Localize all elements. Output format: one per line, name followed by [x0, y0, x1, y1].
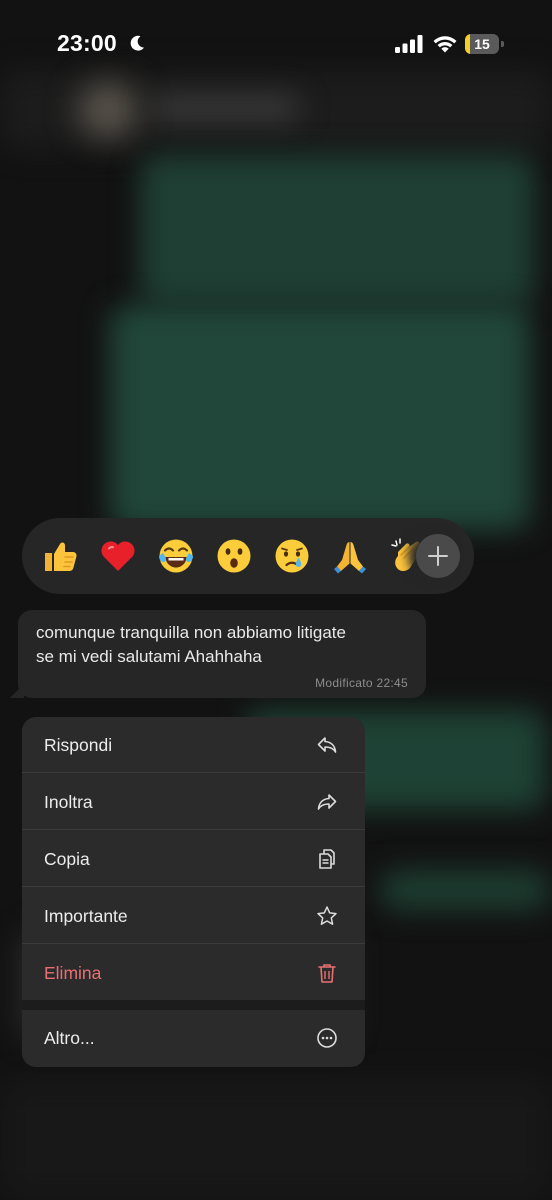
trash-icon — [318, 964, 336, 983]
menu-group-divider — [22, 1000, 365, 1010]
menu-item-copy[interactable]: Copia — [22, 831, 365, 887]
menu-item-label: Inoltra — [44, 792, 93, 812]
menu-item-label: Rispondi — [44, 735, 113, 755]
message-text-line: se mi vedi salutami Ahahhaha — [36, 647, 262, 666]
forward-icon — [317, 794, 337, 810]
emoji-crying[interactable] — [272, 536, 312, 576]
blurred-outgoing-message — [380, 870, 550, 910]
emoji-thumbs-up[interactable] — [40, 536, 80, 576]
bubble-tail — [10, 684, 24, 698]
menu-item-star[interactable]: Importante — [22, 888, 365, 944]
blurred-outgoing-message — [110, 305, 530, 530]
more-icon — [317, 1028, 337, 1048]
status-time: 23:00 — [57, 30, 117, 56]
emoji-folded-hands[interactable] — [330, 536, 370, 576]
menu-item-label: Importante — [44, 906, 128, 926]
menu-item-label: Elimina — [44, 963, 102, 983]
context-menu: Rispondi Inoltra Copia Importante Elimin… — [22, 717, 365, 1067]
battery-icon: 15 — [465, 34, 505, 54]
message-text: comunque tranquilla non abbiamo litigate… — [36, 621, 421, 669]
reaction-bar — [22, 518, 474, 594]
emoji-red-heart[interactable] — [98, 536, 138, 576]
battery-level: 15 — [474, 36, 490, 52]
blurred-outgoing-message — [140, 155, 535, 305]
reply-icon — [317, 737, 337, 753]
star-icon — [317, 906, 337, 925]
emoji-tears-of-joy[interactable] — [156, 536, 196, 576]
signal-icon — [395, 35, 423, 53]
emoji-astonished[interactable] — [214, 536, 254, 576]
copy-icon — [319, 849, 335, 869]
menu-item-reply[interactable]: Rispondi — [22, 717, 365, 773]
blurred-title — [150, 95, 300, 121]
moon-icon — [130, 35, 144, 51]
wifi-icon — [433, 36, 457, 53]
status-bar: 23:00 15 — [0, 0, 552, 90]
menu-item-delete[interactable]: Elimina — [22, 945, 365, 1001]
message-bubble[interactable]: comunque tranquilla non abbiamo litigate… — [10, 610, 426, 698]
menu-item-forward[interactable]: Inoltra — [22, 774, 365, 830]
menu-item-more[interactable]: Altro... — [22, 1010, 365, 1066]
message-text-line: comunque tranquilla non abbiamo litigate — [36, 623, 346, 642]
menu-item-label: Copia — [44, 849, 90, 869]
blurred-input-bar — [0, 1080, 552, 1200]
menu-item-label: Altro... — [44, 1028, 95, 1048]
blurred-avatar — [78, 82, 138, 138]
message-meta: Modificato 22:45 — [315, 676, 408, 690]
add-reaction-button[interactable] — [416, 534, 460, 578]
